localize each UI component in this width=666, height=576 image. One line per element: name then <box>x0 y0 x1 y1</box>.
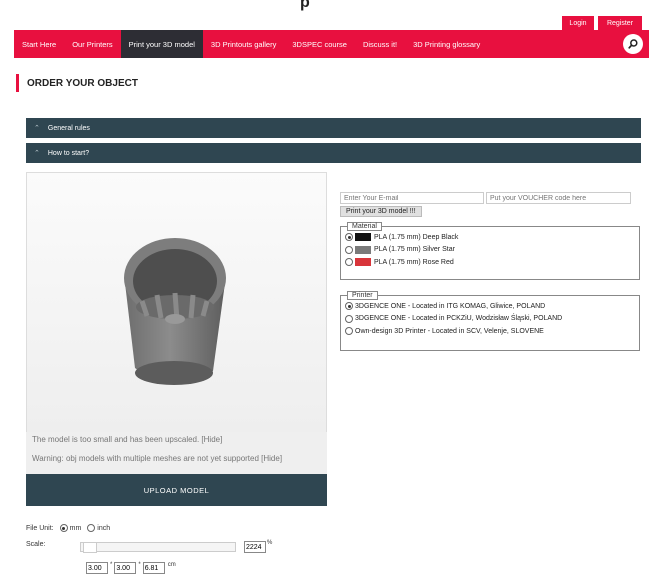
accordion-general-rules[interactable]: ⌃ General rules <box>26 118 641 138</box>
dimension-unit: cm <box>167 562 176 568</box>
radio-button[interactable] <box>345 233 353 242</box>
option-label: 3DGENCE ONE - Located in ITG KOMAG, Gliw… <box>355 302 546 310</box>
material-option-red[interactable]: PLA (1.75 mm) Rose Red <box>341 256 639 269</box>
option-label: PLA (1.75 mm) Silver Star <box>374 246 455 254</box>
material-legend: Material <box>347 222 382 231</box>
scale-input[interactable] <box>244 541 266 553</box>
upload-model-button[interactable]: UPLOAD MODEL <box>26 474 327 506</box>
register-button[interactable]: Register <box>598 16 642 30</box>
file-unit-row: File Unit: mm inch <box>26 524 110 532</box>
dimension-z-input[interactable] <box>142 562 165 574</box>
option-label: 3DGENCE ONE - Located in PCKZiU, Wodzisł… <box>355 315 563 323</box>
option-label: PLA (1.75 mm) Rose Red <box>374 258 454 266</box>
accordion-how-to-start[interactable]: ⌃ How to start? <box>26 143 641 163</box>
radio-button[interactable] <box>345 245 353 254</box>
scale-label: Scale: <box>26 541 46 548</box>
scale-slider[interactable] <box>80 542 236 553</box>
model-preview-cylinder <box>124 238 226 385</box>
printer-option-pckziu[interactable]: 3DGENCE ONE - Located in PCKZiU, Wodzisł… <box>341 313 639 326</box>
dimension-separator: * <box>138 562 141 568</box>
printer-option-komag[interactable]: 3DGENCE ONE - Located in ITG KOMAG, Gliw… <box>341 300 639 313</box>
radio-button[interactable] <box>345 327 353 336</box>
file-unit-label: File Unit: <box>26 524 54 532</box>
printer-option-scv[interactable]: Own-design 3D Printer - Located in SCV, … <box>341 325 639 338</box>
nav-3dspec-course[interactable]: 3DSPEC course <box>284 30 355 58</box>
radio-button[interactable] <box>345 314 353 323</box>
scale-percent-suffix: % <box>267 540 273 546</box>
accordion-label: General rules <box>47 124 90 132</box>
main-nav: Start Here Our Printers Print your 3D mo… <box>14 30 649 58</box>
slider-handle[interactable] <box>83 542 97 553</box>
printer-legend: Printer <box>347 291 378 300</box>
nav-print-your-3d-model[interactable]: Print your 3D model <box>120 30 203 58</box>
unit-inch-label: inch <box>97 524 111 532</box>
top-strip <box>0 0 666 14</box>
dimension-x-input[interactable] <box>86 562 108 574</box>
radio-button[interactable] <box>345 258 353 267</box>
print-model-button[interactable]: Print your 3D model !!! <box>340 206 422 217</box>
meshes-warning[interactable]: Warning: obj models with multiple meshes… <box>32 454 282 463</box>
material-option-silver[interactable]: PLA (1.75 mm) Silver Star <box>341 244 639 257</box>
option-label: PLA (1.75 mm) Deep Black <box>374 233 459 241</box>
nav-3d-printouts-gallery[interactable]: 3D Printouts gallery <box>203 30 284 58</box>
search-button[interactable] <box>623 34 643 54</box>
radio-inch[interactable] <box>87 524 96 532</box>
color-swatch <box>355 245 371 254</box>
dimension-separator: * <box>110 562 113 568</box>
chevron-up-icon: ⌃ <box>34 150 40 157</box>
chevron-up-icon: ⌃ <box>34 125 40 132</box>
voucher-input[interactable] <box>486 192 631 204</box>
email-input[interactable] <box>340 192 484 204</box>
page-heading-fragment: p <box>300 0 310 11</box>
nav-discuss-it[interactable]: Discuss it! <box>355 30 405 58</box>
accordion-label: How to start? <box>47 149 90 157</box>
material-group: Material PLA (1.75 mm) Deep Black PLA (1… <box>340 222 640 280</box>
radio-button[interactable] <box>345 302 353 311</box>
viewer-messages: The model is too small and has been upsc… <box>26 432 327 474</box>
nav-our-printers[interactable]: Our Printers <box>64 30 120 58</box>
nav-start-here[interactable]: Start Here <box>14 30 64 58</box>
page-title: ORDER YOUR OBJECT <box>16 74 138 92</box>
dimensions-row: * * cm <box>86 562 178 574</box>
search-icon <box>628 39 638 49</box>
option-label: Own-design 3D Printer - Located in SCV, … <box>355 327 544 335</box>
material-option-black[interactable]: PLA (1.75 mm) Deep Black <box>341 231 639 244</box>
model-viewer[interactable] <box>26 172 327 434</box>
dimension-y-input[interactable] <box>114 562 137 574</box>
color-swatch <box>355 258 371 267</box>
login-button[interactable]: Login <box>562 16 594 30</box>
color-swatch <box>355 233 371 242</box>
upscaled-message[interactable]: The model is too small and has been upsc… <box>32 435 222 444</box>
unit-mm-label: mm <box>69 524 82 532</box>
nav-3d-printing-glossary[interactable]: 3D Printing glossary <box>405 30 488 58</box>
printer-group: Printer 3DGENCE ONE - Located in ITG KOM… <box>340 291 640 351</box>
radio-mm[interactable] <box>59 524 68 532</box>
